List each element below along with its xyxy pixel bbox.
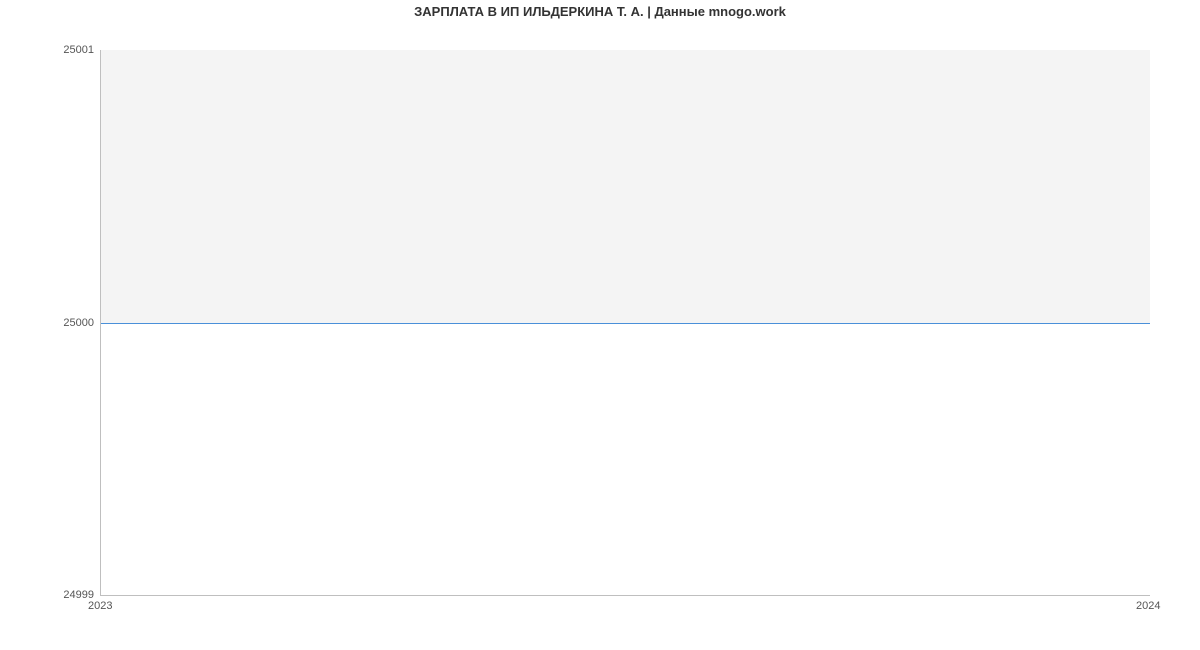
plot-area bbox=[100, 50, 1150, 596]
y-axis-line bbox=[100, 50, 101, 596]
x-axis-line bbox=[100, 595, 1150, 596]
y-tick-label: 25000 bbox=[63, 317, 94, 329]
chart-container: ЗАРПЛАТА В ИП ИЛЬДЕРКИНА Т. А. | Данные … bbox=[0, 0, 1200, 650]
line-series bbox=[100, 50, 1150, 324]
x-tick-label: 2023 bbox=[88, 600, 112, 612]
y-tick-label: 25001 bbox=[63, 44, 94, 56]
x-tick-label: 2024 bbox=[1136, 600, 1160, 612]
chart-title: ЗАРПЛАТА В ИП ИЛЬДЕРКИНА Т. А. | Данные … bbox=[0, 4, 1200, 19]
